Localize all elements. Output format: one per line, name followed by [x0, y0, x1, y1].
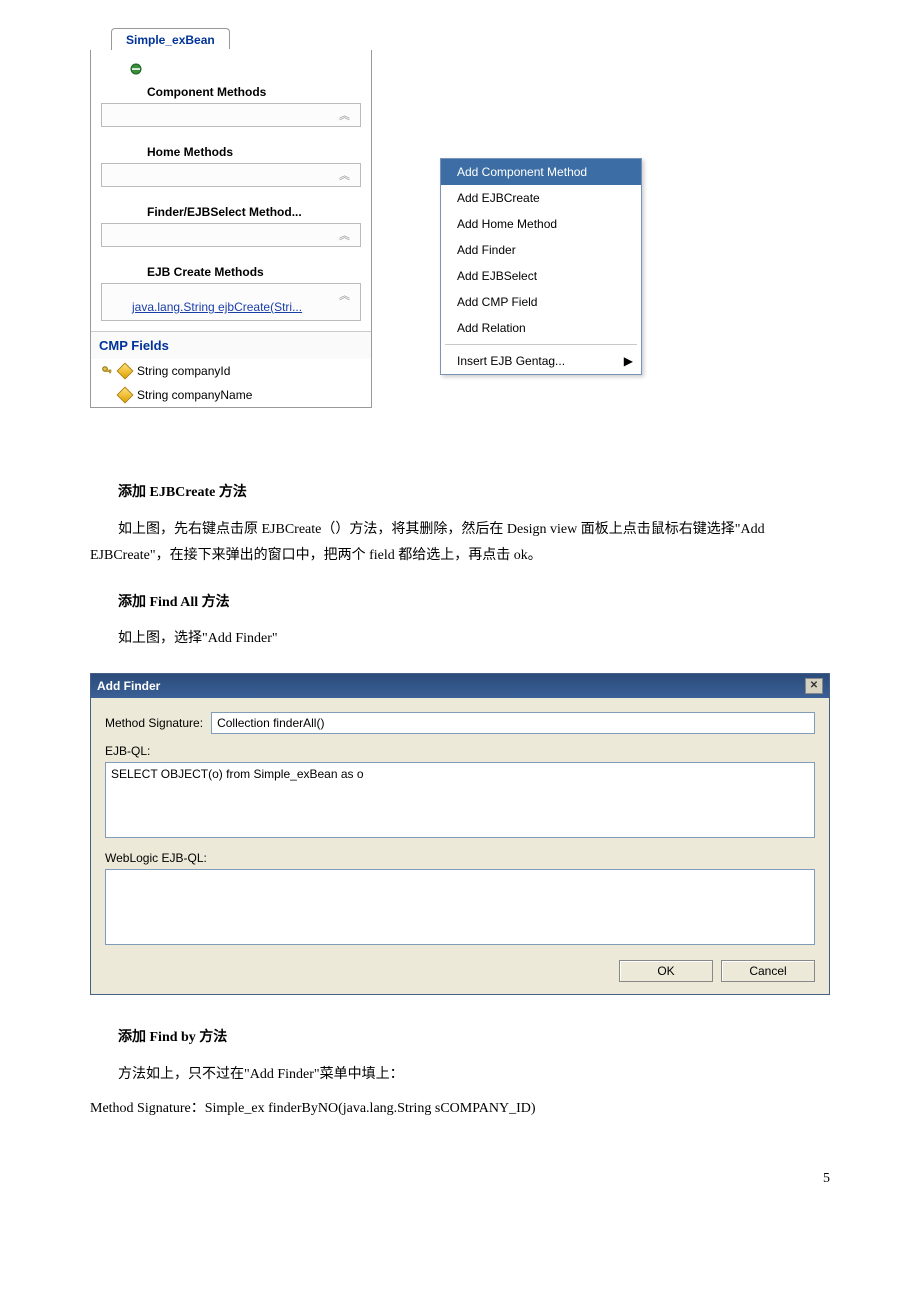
paragraph: 方法如上，只不过在"Add Finder"菜单中填上：	[90, 1062, 830, 1089]
menu-add-component-method[interactable]: Add Component Method	[441, 159, 641, 185]
cmp-field-row[interactable]: String companyId	[91, 359, 371, 383]
bean-icon	[129, 62, 143, 76]
add-finder-dialog: Add Finder ✕ Method Signature: EJB-QL: W…	[90, 673, 830, 995]
menu-add-ejbselect[interactable]: Add EJBSelect	[441, 263, 641, 289]
ejbql-textarea[interactable]	[105, 762, 815, 838]
chevron-up-icon: ︽	[339, 227, 350, 243]
key-icon	[101, 365, 113, 377]
context-menu: Add Component Method Add EJBCreate Add H…	[440, 158, 642, 375]
diamond-icon	[117, 363, 134, 380]
submenu-arrow-icon: ▶	[624, 354, 633, 368]
menu-add-relation[interactable]: Add Relation	[441, 315, 641, 341]
home-methods-box[interactable]: ︽	[101, 163, 361, 187]
page-number: 5	[90, 1131, 830, 1197]
ok-button[interactable]: OK	[619, 960, 713, 982]
menu-add-home-method[interactable]: Add Home Method	[441, 211, 641, 237]
menu-add-ejbcreate[interactable]: Add EJBCreate	[441, 185, 641, 211]
heading-add-findall: 添加 Find All 方法	[90, 590, 830, 617]
design-view-figure: Simple_exBean Component Methods ︽ Home M…	[90, 50, 830, 450]
diamond-icon	[117, 387, 134, 404]
menu-insert-ejb-gentag[interactable]: Insert EJB Gentag... ▶	[441, 348, 641, 374]
heading-add-ejbcreate: 添加 EJBCreate 方法	[90, 480, 830, 507]
menu-add-cmp-field[interactable]: Add CMP Field	[441, 289, 641, 315]
bean-tab-label: Simple_exBean	[126, 33, 215, 47]
design-view-panel: Simple_exBean Component Methods ︽ Home M…	[90, 50, 372, 408]
component-methods-box[interactable]: ︽	[101, 103, 361, 127]
method-signature-input[interactable]	[211, 712, 815, 734]
home-methods-title: Home Methods	[101, 139, 361, 163]
menu-insert-ejb-gentag-label: Insert EJB Gentag...	[457, 354, 565, 368]
paragraph: Method Signature：Simple_ex finderByNO(ja…	[90, 1096, 830, 1123]
menu-separator	[445, 344, 637, 345]
cmp-field-label: String companyId	[137, 364, 230, 378]
article-body: 添加 Find by 方法 方法如上，只不过在"Add Finder"菜单中填上…	[90, 1025, 830, 1123]
dialog-title-label: Add Finder	[97, 679, 160, 693]
ejbql-label: EJB-QL:	[105, 744, 815, 758]
key-icon-empty	[101, 389, 113, 401]
finder-methods-title: Finder/EJBSelect Method...	[101, 199, 361, 223]
chevron-up-icon: ︽	[339, 167, 350, 183]
ejbcreate-link[interactable]: java.lang.String ejbCreate(Stri...	[102, 284, 360, 320]
chevron-up-icon: ︽	[339, 287, 350, 303]
weblogic-ejbql-textarea[interactable]	[105, 869, 815, 945]
component-methods-title: Component Methods	[101, 79, 361, 103]
dialog-titlebar: Add Finder ✕	[91, 674, 829, 698]
cancel-button[interactable]: Cancel	[721, 960, 815, 982]
paragraph: 如上图，选择"Add Finder"	[90, 626, 830, 653]
cmp-fields-header: CMP Fields	[91, 331, 371, 359]
create-methods-box[interactable]: ︽ java.lang.String ejbCreate(Stri...	[101, 283, 361, 321]
finder-methods-box[interactable]: ︽	[101, 223, 361, 247]
heading-add-findby: 添加 Find by 方法	[90, 1025, 830, 1052]
paragraph: 如上图，先右键点击原 EJBCreate（）方法，将其删除，然后在 Design…	[90, 517, 830, 570]
weblogic-ejbql-label: WebLogic EJB-QL:	[105, 851, 815, 865]
cmp-field-label: String companyName	[137, 388, 252, 402]
method-signature-label: Method Signature:	[105, 716, 203, 730]
chevron-up-icon: ︽	[339, 107, 350, 123]
cmp-field-row[interactable]: String companyName	[91, 383, 371, 407]
article-body: 添加 EJBCreate 方法 如上图，先右键点击原 EJBCreate（）方法…	[90, 480, 830, 653]
close-icon[interactable]: ✕	[805, 678, 823, 694]
menu-add-finder[interactable]: Add Finder	[441, 237, 641, 263]
create-methods-title: EJB Create Methods	[101, 259, 361, 283]
